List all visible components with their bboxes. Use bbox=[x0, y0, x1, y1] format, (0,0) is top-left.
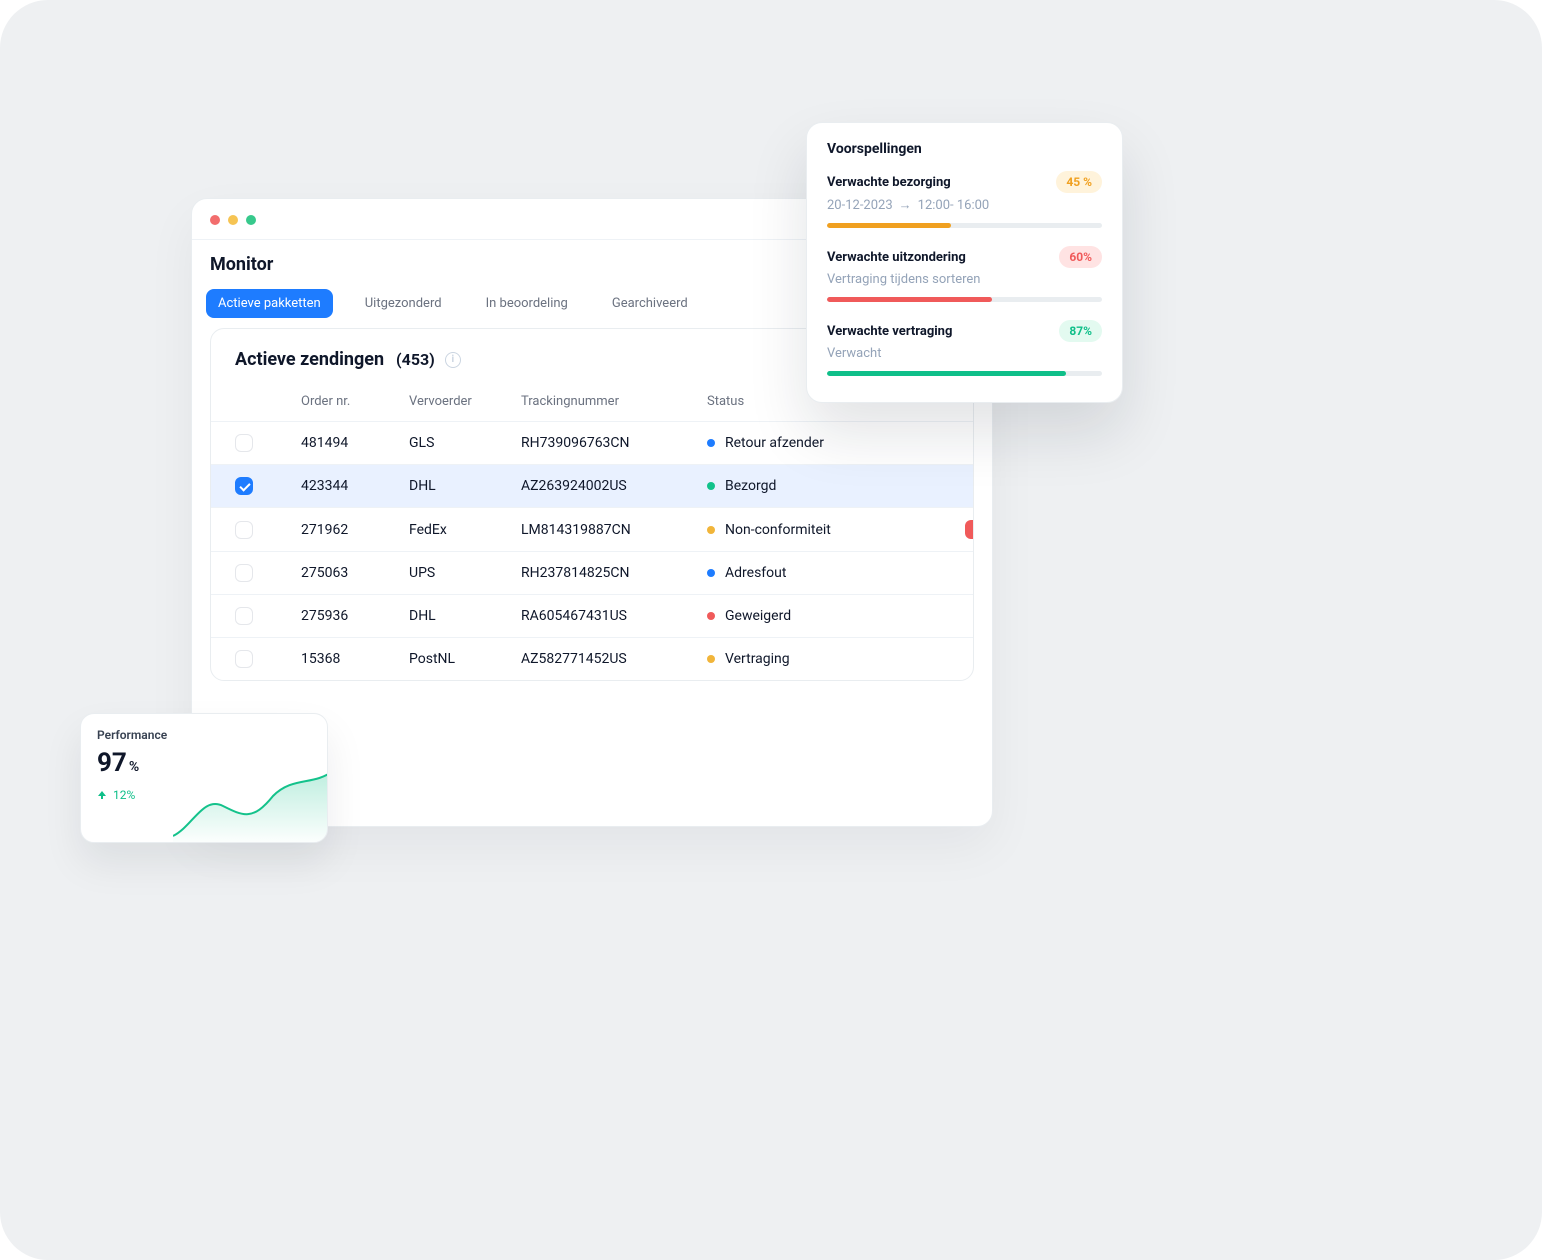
section-count: (453) bbox=[396, 350, 435, 369]
prediction-subtext: Vertraging tijdens sorteren bbox=[827, 272, 1102, 287]
status-dot-icon bbox=[707, 655, 715, 663]
prediction-subtext: Verwacht bbox=[827, 346, 1102, 361]
col-carrier: Vervoerder bbox=[409, 394, 521, 409]
cell-order: 15368 bbox=[301, 651, 409, 667]
row-checkbox[interactable] bbox=[235, 477, 253, 495]
status-dot-icon bbox=[707, 569, 715, 577]
predictions-card: Voorspellingen Verwachte bezorging 45 % 20… bbox=[806, 122, 1123, 403]
performance-card: Performance 97% 12% bbox=[80, 713, 328, 843]
predictions-title: Voorspellingen bbox=[827, 141, 1102, 157]
prediction-progress-bar bbox=[827, 371, 1102, 376]
cell-carrier: UPS bbox=[409, 565, 521, 581]
cell-tracking: LM814319887CN bbox=[521, 522, 707, 538]
row-checkbox[interactable] bbox=[235, 434, 253, 452]
prediction-label: Verwachte vertraging bbox=[827, 324, 952, 339]
cell-carrier: FedEx bbox=[409, 522, 521, 538]
performance-title: Performance bbox=[97, 728, 311, 742]
table-row[interactable]: 481494GLSRH739096763CNRetour afzender3 /… bbox=[211, 421, 973, 464]
prediction-badge: 60% bbox=[1059, 246, 1102, 268]
table-row[interactable]: 275936DHLRA605467431USGeweigerd1 / 3 bbox=[211, 594, 973, 637]
prediction-progress-bar bbox=[827, 297, 1102, 302]
cell-order: 275063 bbox=[301, 565, 409, 581]
arrow-up-icon bbox=[97, 790, 107, 800]
prediction-progress-bar bbox=[827, 223, 1102, 228]
cell-progress: 6 / 4 bbox=[927, 520, 974, 539]
cell-progress: 1 / 3 bbox=[927, 608, 974, 624]
row-checkbox[interactable] bbox=[235, 607, 253, 625]
status-dot-icon bbox=[707, 482, 715, 490]
window-maximize-button[interactable] bbox=[246, 215, 256, 225]
prediction-badge: 87% bbox=[1059, 320, 1102, 342]
row-checkbox[interactable] bbox=[235, 650, 253, 668]
prediction-badge: 45 % bbox=[1056, 171, 1102, 193]
cell-progress: 3 / 4 bbox=[927, 435, 974, 451]
row-checkbox[interactable] bbox=[235, 521, 253, 539]
arrow-right-icon: → bbox=[899, 197, 912, 213]
section-title: Actieve zendingen bbox=[235, 349, 384, 370]
cell-carrier: GLS bbox=[409, 435, 521, 451]
cell-tracking: RA605467431US bbox=[521, 608, 707, 624]
cell-progress: 1 / 5 bbox=[927, 478, 974, 494]
cell-carrier: PostNL bbox=[409, 651, 521, 667]
cell-tracking: RH237814825CN bbox=[521, 565, 707, 581]
status-dot-icon bbox=[707, 439, 715, 447]
cell-tracking: AZ263924002US bbox=[521, 478, 707, 494]
row-checkbox[interactable] bbox=[235, 564, 253, 582]
cell-status: Geweigerd bbox=[707, 608, 927, 624]
status-dot-icon bbox=[707, 526, 715, 534]
window-close-button[interactable] bbox=[210, 215, 220, 225]
cell-status: Adresfout bbox=[707, 565, 927, 581]
cell-status: Vertraging bbox=[707, 651, 927, 667]
cell-carrier: DHL bbox=[409, 608, 521, 624]
prediction-label: Verwachte uitzondering bbox=[827, 250, 966, 265]
prediction-item: Verwachte bezorging 45 % 20-12-2023→12:00-… bbox=[827, 171, 1102, 228]
table-row[interactable]: 271962FedExLM814319887CNNon-conformiteit… bbox=[211, 507, 973, 551]
cell-tracking: RH739096763CN bbox=[521, 435, 707, 451]
cell-order: 481494 bbox=[301, 435, 409, 451]
sparkline-icon bbox=[173, 766, 328, 843]
info-icon[interactable] bbox=[445, 352, 461, 368]
cell-order: 423344 bbox=[301, 478, 409, 494]
table-row[interactable]: 423344DHLAZ263924002USBezorgd1 / 5 bbox=[211, 464, 973, 507]
window-minimize-button[interactable] bbox=[228, 215, 238, 225]
prediction-item: Verwachte vertraging 87% Verwacht bbox=[827, 320, 1102, 376]
cell-status: Bezorgd bbox=[707, 478, 927, 494]
cell-carrier: DHL bbox=[409, 478, 521, 494]
cell-order: 271962 bbox=[301, 522, 409, 538]
cell-order: 275936 bbox=[301, 608, 409, 624]
prediction-label: Verwachte bezorging bbox=[827, 175, 951, 190]
tab-2[interactable]: In beoordeling bbox=[474, 289, 580, 318]
col-tracking: Trackingnummer bbox=[521, 394, 707, 409]
prediction-subtext: 20-12-2023→12:00- 16:00 bbox=[827, 197, 1102, 213]
tab-1[interactable]: Uitgezonderd bbox=[353, 289, 454, 318]
status-dot-icon bbox=[707, 612, 715, 620]
table-row[interactable]: 15368PostNLAZ582771452USVertraging2 / 4 bbox=[211, 637, 973, 680]
tab-0[interactable]: Actieve pakketten bbox=[206, 289, 333, 318]
col-order: Order nr. bbox=[301, 394, 409, 409]
table-row[interactable]: 275063UPSRH237814825CNAdresfout1 / 4 bbox=[211, 551, 973, 594]
tab-3[interactable]: Gearchiveerd bbox=[600, 289, 700, 318]
cell-progress: 2 / 4 bbox=[927, 651, 974, 667]
cell-status: Retour afzender bbox=[707, 435, 927, 451]
prediction-item: Verwachte uitzondering 60% Vertraging tijd… bbox=[827, 246, 1102, 302]
cell-progress: 1 / 4 bbox=[927, 565, 974, 581]
cell-tracking: AZ582771452US bbox=[521, 651, 707, 667]
cell-status: Non-conformiteit bbox=[707, 522, 927, 538]
